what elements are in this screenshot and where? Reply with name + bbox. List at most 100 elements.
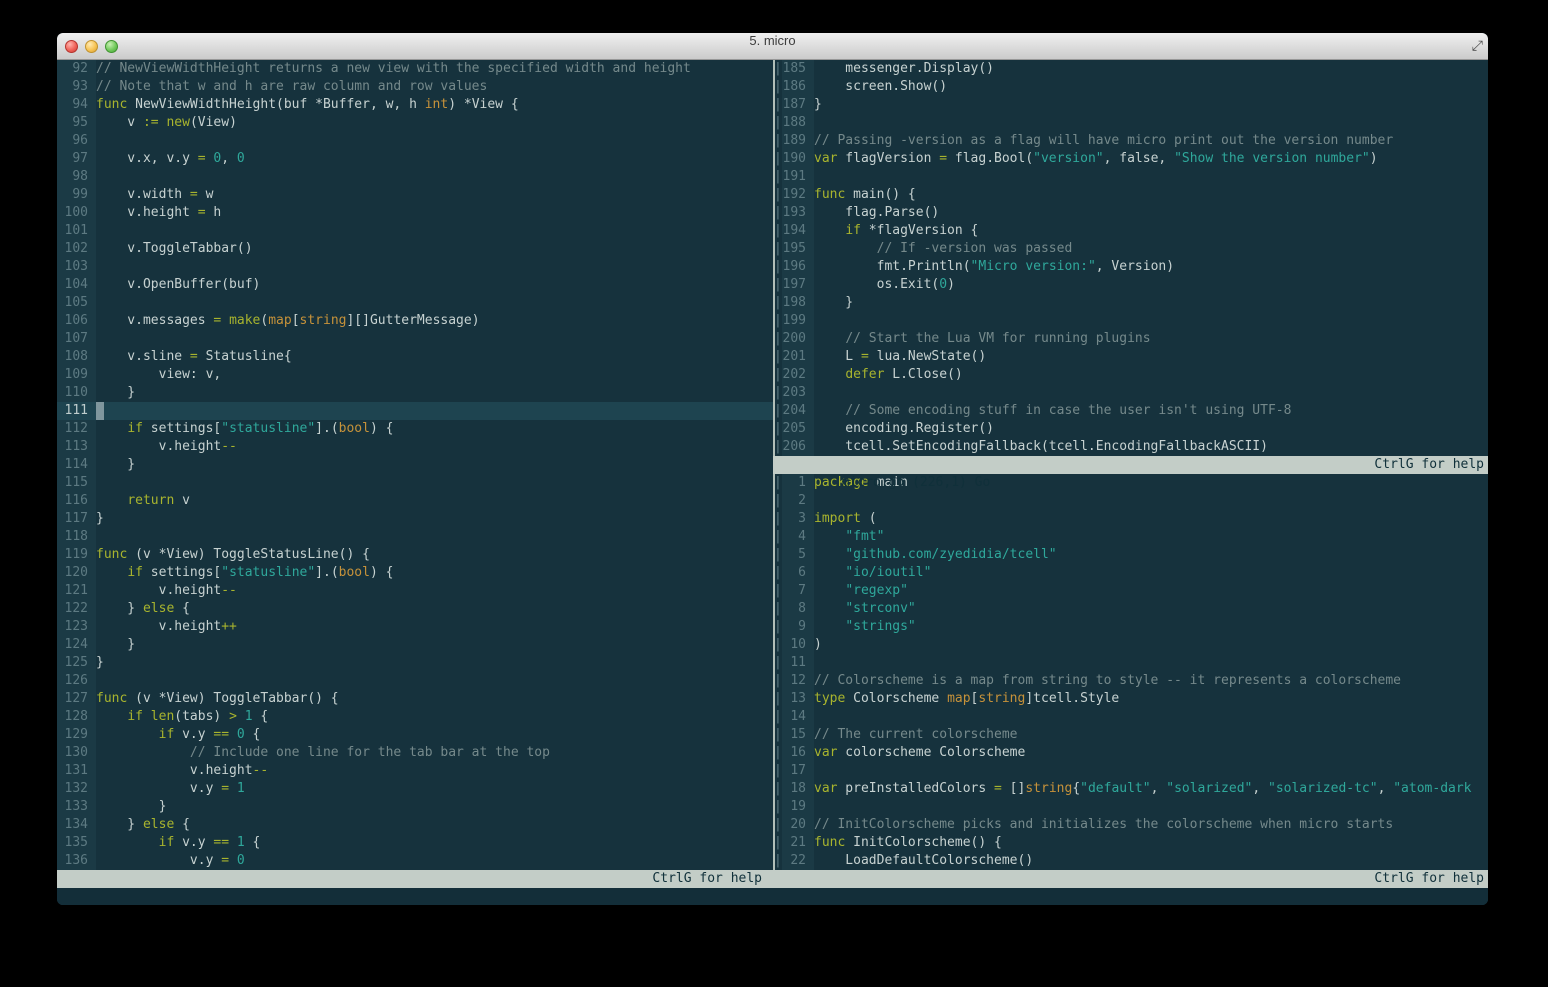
code-line[interactable]: |201 L = lua.NewState() [774,348,1488,366]
code-line[interactable]: 108 v.sline = Statusline{ [57,348,774,366]
code-line[interactable]: 102 v.ToggleTabbar() [57,240,774,258]
code-line[interactable]: 103 [57,258,774,276]
code-line[interactable]: |11 [774,654,1488,672]
code-line[interactable]: 93// Note that w and h are raw column an… [57,78,774,96]
code-line[interactable]: |21func InitColorscheme() { [774,834,1488,852]
line-number: 20 [782,816,814,834]
code-line[interactable]: |13type Colorscheme map[string]tcell.Sty… [774,690,1488,708]
code-line[interactable]: |202 defer L.Close() [774,366,1488,384]
code-line[interactable]: 123 v.height++ [57,618,774,636]
fullscreen-icon[interactable]: ⤢ [1472,38,1483,54]
code-line[interactable]: |204 // Some encoding stuff in case the … [774,402,1488,420]
code-line[interactable]: |193 flag.Parse() [774,204,1488,222]
code-line[interactable]: |185 messenger.Display() [774,60,1488,78]
code-line[interactable]: 99 v.width = w [57,186,774,204]
code-line[interactable]: 98 [57,168,774,186]
window-titlebar[interactable]: 5. micro ⤢ [57,33,1488,60]
code-line[interactable]: 125} [57,654,774,672]
code-line[interactable]: |22 LoadDefaultColorscheme() [774,852,1488,870]
code-line[interactable]: 100 v.height = h [57,204,774,222]
code-line[interactable]: |206 tcell.SetEncodingFallback(tcell.Enc… [774,438,1488,456]
command-message-bar[interactable] [57,888,1488,905]
code-line[interactable]: 101 [57,222,774,240]
code-line[interactable]: |190var flagVersion = flag.Bool("version… [774,150,1488,168]
code-line[interactable]: |9 "strings" [774,618,1488,636]
code-line[interactable]: 120 if settings["statusline"].(bool) { [57,564,774,582]
code-line[interactable]: 92// NewViewWidthHeight returns a new vi… [57,60,774,78]
code-line[interactable]: |199 [774,312,1488,330]
code-line[interactable]: 107 [57,330,774,348]
code-line[interactable]: 112 if settings["statusline"].(bool) { [57,420,774,438]
code-line[interactable]: 105 [57,294,774,312]
code-line[interactable]: 132 v.y = 1 [57,780,774,798]
code-token: Statusline{ [198,349,292,364]
code-line[interactable]: |192func main() { [774,186,1488,204]
code-line[interactable]: |186 screen.Show() [774,78,1488,96]
code-line[interactable]: 113 v.height-- [57,438,774,456]
code-line[interactable]: 97 v.x, v.y = 0, 0 [57,150,774,168]
code-line[interactable]: |15// The current colorscheme [774,726,1488,744]
code-line[interactable]: 110 } [57,384,774,402]
code-line[interactable]: |194 if *flagVersion { [774,222,1488,240]
code-line[interactable]: 111 [57,402,774,420]
code-line[interactable]: 134 } else { [57,816,774,834]
code-line[interactable]: |8 "strconv" [774,600,1488,618]
code-line[interactable]: 126 [57,672,774,690]
code-line[interactable]: 124 } [57,636,774,654]
code-line[interactable]: 104 v.OpenBuffer(buf) [57,276,774,294]
editor-pane-view-go[interactable]: 92// NewViewWidthHeight returns a new vi… [57,60,774,870]
code-line[interactable]: 127func (v *View) ToggleTabbar() { [57,690,774,708]
code-line[interactable]: |203 [774,384,1488,402]
code-line[interactable]: 129 if v.y == 0 { [57,726,774,744]
code-line[interactable]: 117} [57,510,774,528]
code-line[interactable]: |10) [774,636,1488,654]
code-line[interactable]: |20// InitColorscheme picks and initiali… [774,816,1488,834]
code-line[interactable]: |196 fmt.Println("Micro version:", Versi… [774,258,1488,276]
code-line[interactable]: |188 [774,114,1488,132]
code-line[interactable]: 135 if v.y == 1 { [57,834,774,852]
code-line[interactable]: 118 [57,528,774,546]
editor-pane-colorscheme-go[interactable]: |1package main|2|3import (|4 "fmt"|5 "gi… [774,474,1488,870]
code-line[interactable]: |205 encoding.Register() [774,420,1488,438]
code-line[interactable]: |16var colorscheme Colorscheme [774,744,1488,762]
code-line[interactable]: |198 } [774,294,1488,312]
code-line[interactable]: 130 // Include one line for the tab bar … [57,744,774,762]
code-line[interactable]: 94func NewViewWidthHeight(buf *Buffer, w… [57,96,774,114]
code-token [814,241,877,256]
code-token [96,745,190,760]
code-line[interactable]: |19 [774,798,1488,816]
code-line[interactable]: 106 v.messages = make(map[string][]Gutte… [57,312,774,330]
code-line[interactable]: |200 // Start the Lua VM for running plu… [774,330,1488,348]
code-line[interactable]: 109 view: v, [57,366,774,384]
code-line[interactable]: 131 v.height-- [57,762,774,780]
editor-pane-micro-go[interactable]: |185 messenger.Display()|186 screen.Show… [774,60,1488,456]
code-line[interactable]: 128 if len(tabs) > 1 { [57,708,774,726]
code-line[interactable]: 133 } [57,798,774,816]
code-line[interactable]: |195 // If -version was passed [774,240,1488,258]
code-line[interactable]: |17 [774,762,1488,780]
code-line[interactable]: 122 } else { [57,600,774,618]
code-line[interactable]: |197 os.Exit(0) [774,276,1488,294]
code-line[interactable]: |2 [774,492,1488,510]
code-line[interactable]: |189// Passing -version as a flag will h… [774,132,1488,150]
code-line[interactable]: 96 [57,132,774,150]
code-line[interactable]: |7 "regexp" [774,582,1488,600]
code-line[interactable]: |12// Colorscheme is a map from string t… [774,672,1488,690]
code-token: } [96,385,135,400]
code-line[interactable]: |18var preInstalledColors = []string{"de… [774,780,1488,798]
code-line[interactable]: |4 "fmt" [774,528,1488,546]
code-line[interactable]: |14 [774,708,1488,726]
code-line[interactable]: 136 v.y = 0 [57,852,774,870]
code-line[interactable]: 116 return v [57,492,774,510]
code-line[interactable]: 119func (v *View) ToggleStatusLine() { [57,546,774,564]
code-line[interactable]: 114 } [57,456,774,474]
code-line[interactable]: 115 [57,474,774,492]
code-line[interactable]: |187} [774,96,1488,114]
code-line[interactable]: |5 "github.com/zyedidia/tcell" [774,546,1488,564]
code-line[interactable]: |6 "io/ioutil" [774,564,1488,582]
code-line[interactable]: 95 v := new(View) [57,114,774,132]
code-line[interactable]: |3import ( [774,510,1488,528]
code-line[interactable]: |191 [774,168,1488,186]
line-number: 94 [57,96,96,114]
code-line[interactable]: 121 v.height-- [57,582,774,600]
